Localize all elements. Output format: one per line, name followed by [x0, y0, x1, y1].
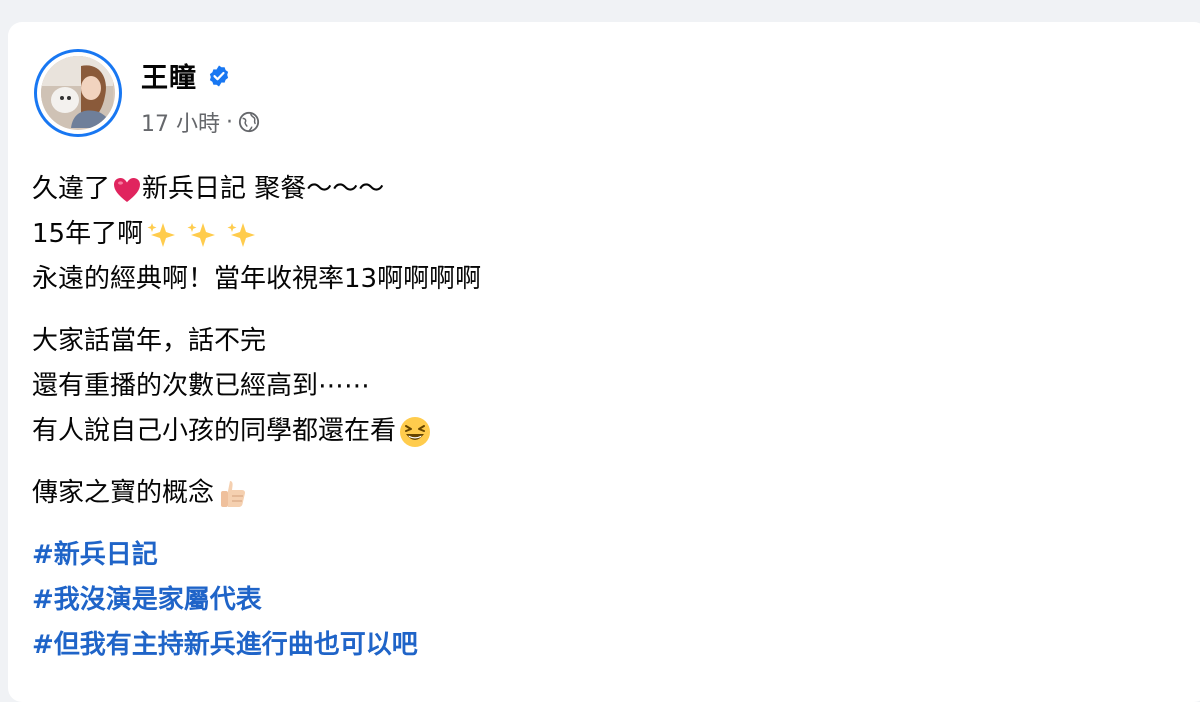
post-line: 傳家之寶的概念	[32, 471, 1168, 516]
post-line: 有人說自己小孩的同學都還在看	[32, 409, 1168, 454]
post-line: 15年了啊	[32, 212, 1168, 257]
post-line-text: 久違了	[32, 174, 111, 204]
post-paragraph: 傳家之寶的概念	[32, 471, 1168, 516]
meta-separator: ·	[226, 109, 233, 135]
post-line-text: 新兵日記 聚餐～～～	[142, 174, 385, 204]
sparkles-icon	[147, 222, 256, 247]
globe-icon[interactable]	[238, 111, 260, 133]
verified-badge-icon	[209, 65, 229, 86]
hashtag-item: #新兵日記	[32, 533, 1168, 578]
post-timestamp[interactable]: 17 小時	[141, 106, 220, 138]
post-meta: 17 小時 ·	[141, 106, 260, 138]
post-line-text: 還有重播的次數已經高到⋯⋯	[32, 371, 371, 401]
author-name[interactable]: 王瞳	[141, 56, 197, 95]
post-paragraph: 大家話當年，話不完 還有重播的次數已經高到⋯⋯ 有人說自己小孩的同學都還在看	[32, 319, 1168, 454]
red-heart-icon	[114, 177, 141, 202]
post-body: 久違了 新兵日記 聚餐～～～ 15年了啊 永遠的經典啊！當年收視率13啊啊啊啊 …	[32, 167, 1168, 685]
thumbs-up-icon	[221, 480, 246, 507]
hashtag-link[interactable]: #但我有主持新兵進行曲也可以吧	[32, 623, 418, 668]
post-line-text: 大家話當年，話不完	[32, 326, 267, 356]
post-line: 久違了 新兵日記 聚餐～～～	[32, 167, 1168, 212]
post-line: 大家話當年，話不完	[32, 319, 1168, 364]
hashtag-list: #新兵日記 #我沒演是家屬代表 #但我有主持新兵進行曲也可以吧	[32, 533, 1168, 668]
post-line-text: 永遠的經典啊！當年收視率13啊啊啊啊	[32, 264, 482, 294]
post-line: 還有重播的次數已經高到⋯⋯	[32, 364, 1168, 409]
laughing-face-icon	[400, 416, 431, 447]
post-line-text: 有人說自己小孩的同學都還在看	[32, 416, 397, 446]
avatar-photo	[41, 56, 115, 130]
post-card: 王瞳 17 小時 · 久違了 新兵日記 聚餐～～～ 15年了啊 永遠的經典啊！當…	[8, 22, 1200, 702]
post-author: 王瞳	[141, 56, 231, 95]
post-line-text: 15年了啊	[32, 219, 144, 249]
hashtag-link[interactable]: #新兵日記	[32, 533, 158, 578]
hashtag-link[interactable]: #我沒演是家屬代表	[32, 578, 262, 623]
hashtag-item: #我沒演是家屬代表	[32, 578, 1168, 623]
post-paragraph: 久違了 新兵日記 聚餐～～～ 15年了啊 永遠的經典啊！當年收視率13啊啊啊啊	[32, 167, 1168, 302]
avatar[interactable]	[34, 49, 122, 137]
hashtag-item: #但我有主持新兵進行曲也可以吧	[32, 623, 1168, 668]
post-line-text: 傳家之寶的概念	[32, 478, 215, 508]
post-line: 永遠的經典啊！當年收視率13啊啊啊啊	[32, 257, 1168, 302]
